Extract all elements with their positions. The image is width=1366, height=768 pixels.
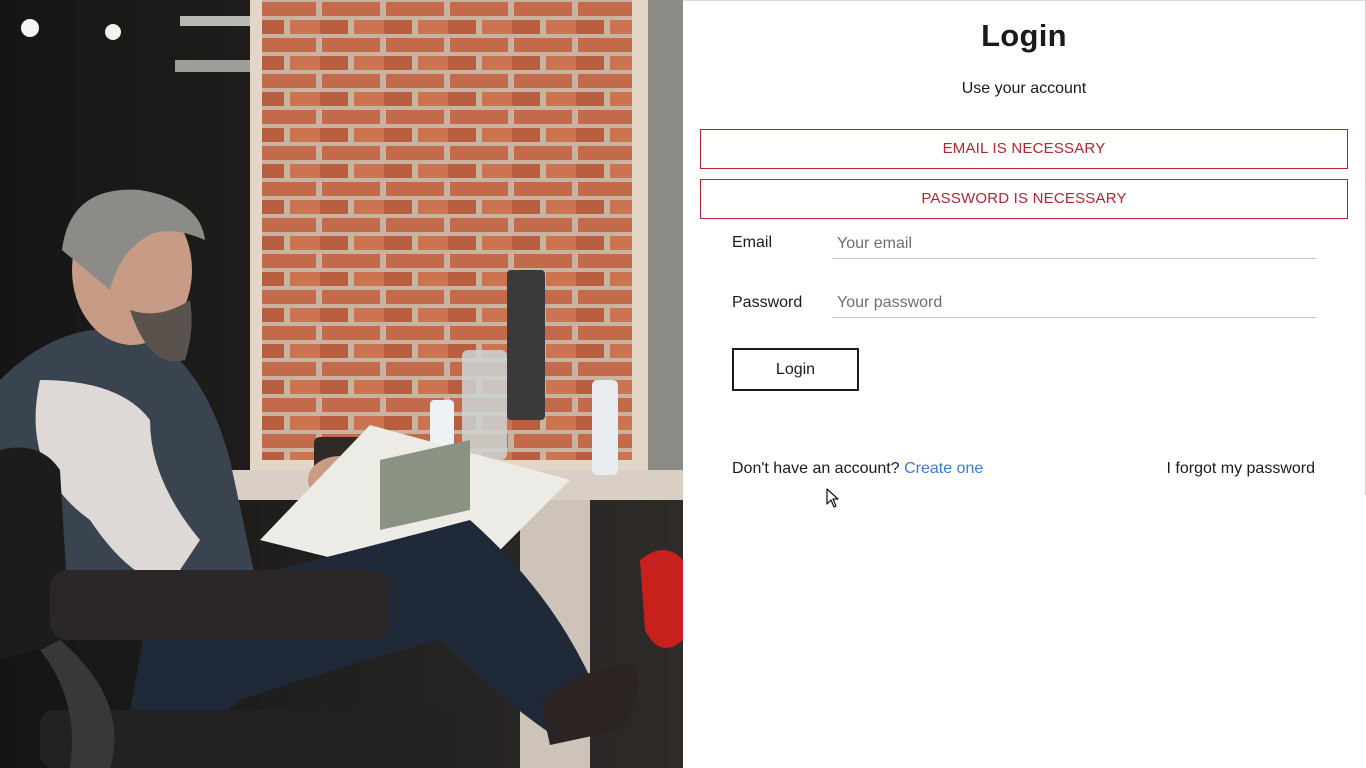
panel-top-border [683,0,1366,1]
signup-prompt-text: Don't have an account? [732,460,900,477]
forgot-password-link[interactable]: I forgot my password [1167,460,1316,478]
login-panel: Login Use your account EMAIL IS NECESSAR… [683,0,1366,768]
email-field[interactable] [832,229,1316,259]
login-button[interactable]: Login [732,348,859,391]
create-account-link[interactable]: Create one [904,460,983,477]
hero-photo [0,0,683,768]
password-field[interactable] [832,288,1316,318]
password-label: Password [732,294,803,311]
email-label: Email [732,234,773,251]
password-error-alert: PASSWORD IS NECESSARY [700,179,1348,219]
signup-prompt: Don't have an account? Create one [732,460,983,478]
email-error-alert: EMAIL IS NECESSARY [700,129,1348,169]
mouse-pointer-icon [826,488,839,508]
page-title: Login [981,18,1067,53]
page-subtitle: Use your account [961,80,1087,97]
